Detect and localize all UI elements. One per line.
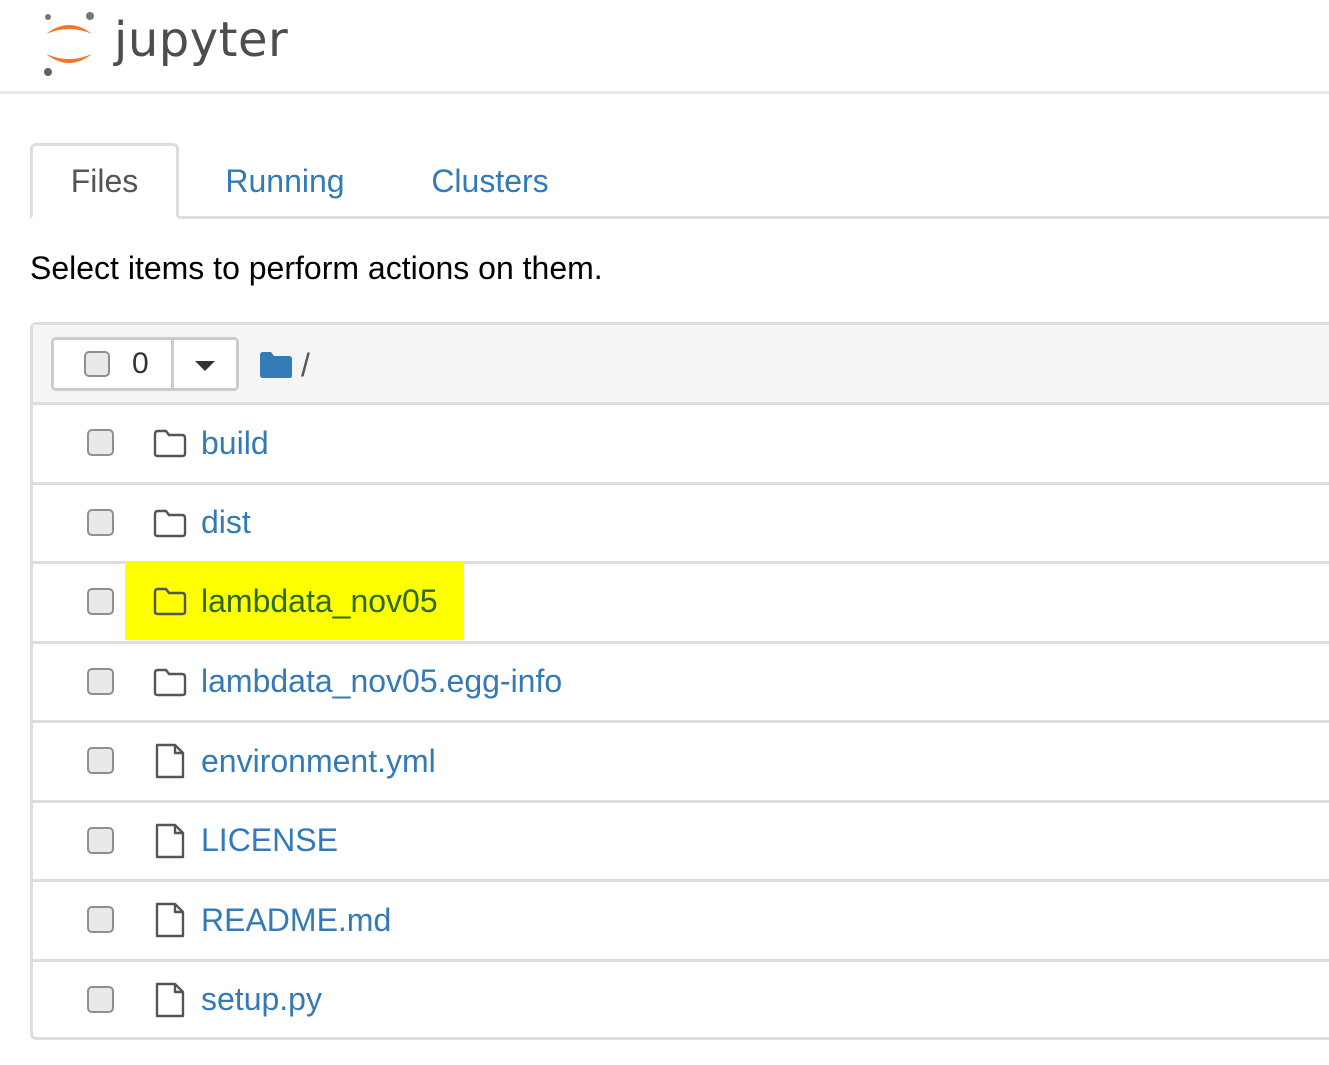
file-listing: 0 / build dist lambdata_nov05 lambdata_n… <box>30 322 1329 1040</box>
tab-files[interactable]: Files <box>30 143 179 219</box>
header-bar: jupyter <box>0 0 1329 94</box>
folder-link-3[interactable]: lambdata_nov05.egg-info <box>125 644 588 720</box>
folder-link-2[interactable]: lambdata_nov05 <box>125 562 464 640</box>
list-item-2: lambdata_nov05 <box>33 562 1329 644</box>
item-name: dist <box>201 504 251 540</box>
file-icon <box>155 823 185 858</box>
tab-bar: Files Running Clusters <box>30 143 1329 219</box>
item-checkbox[interactable] <box>87 985 114 1013</box>
item-name: setup.py <box>201 981 322 1017</box>
breadcrumb: / <box>259 343 310 387</box>
file-list: build dist lambdata_nov05 lambdata_nov05… <box>33 405 1329 1041</box>
listing-toolbar: 0 / <box>33 325 1329 405</box>
folder-icon <box>153 509 187 537</box>
tab-running[interactable]: Running <box>210 143 360 219</box>
file-icon <box>155 902 185 938</box>
item-name: LICENSE <box>201 822 338 858</box>
list-item-7: setup.py <box>33 962 1329 1042</box>
list-item-6: README.md <box>33 882 1329 962</box>
item-checkbox[interactable] <box>87 429 114 456</box>
item-checkbox[interactable] <box>87 747 114 774</box>
item-checkbox[interactable] <box>87 588 114 615</box>
select-all-checkbox[interactable] <box>84 351 110 377</box>
jupyter-logo[interactable]: jupyter <box>38 6 288 80</box>
list-item-5: LICENSE <box>33 803 1329 882</box>
jupyter-logo-icon <box>44 12 94 76</box>
item-name: environment.yml <box>201 742 436 779</box>
list-item-1: dist <box>33 485 1329 564</box>
caret-down-icon <box>195 360 215 371</box>
selection-dropdown-button[interactable] <box>174 340 236 388</box>
select-all-button[interactable]: 0 <box>54 340 174 388</box>
folder-icon <box>153 587 187 616</box>
item-checkbox[interactable] <box>87 508 114 536</box>
item-checkbox[interactable] <box>87 906 114 933</box>
item-name: lambdata_nov05 <box>201 582 438 619</box>
breadcrumb-root-link[interactable]: / <box>301 347 310 384</box>
item-name: build <box>201 424 269 461</box>
file-icon <box>155 982 185 1017</box>
folder-link-1[interactable]: dist <box>125 485 277 561</box>
selected-count: 0 <box>132 347 149 380</box>
list-item-3: lambdata_nov05.egg-info <box>33 644 1329 723</box>
list-item-4: environment.yml <box>33 723 1329 803</box>
file-icon <box>155 743 185 779</box>
file-link-5[interactable]: LICENSE <box>125 803 364 879</box>
folder-link-0[interactable]: build <box>125 405 295 481</box>
folder-filled-icon[interactable] <box>259 351 293 379</box>
item-name: README.md <box>201 901 392 938</box>
instructions-text: Select items to perform actions on them. <box>30 250 603 286</box>
selection-control: 0 <box>51 337 239 391</box>
file-link-4[interactable]: environment.yml <box>125 723 462 799</box>
item-name: lambdata_nov05.egg-info <box>201 663 563 699</box>
item-checkbox[interactable] <box>87 826 114 854</box>
list-item-0: build <box>33 405 1329 485</box>
logo-text: jupyter <box>114 12 289 68</box>
item-checkbox[interactable] <box>87 667 114 695</box>
tab-clusters[interactable]: Clusters <box>410 143 570 219</box>
folder-icon <box>153 668 187 696</box>
file-link-7[interactable]: setup.py <box>125 962 348 1038</box>
file-link-6[interactable]: README.md <box>125 882 417 958</box>
folder-icon <box>153 429 187 458</box>
